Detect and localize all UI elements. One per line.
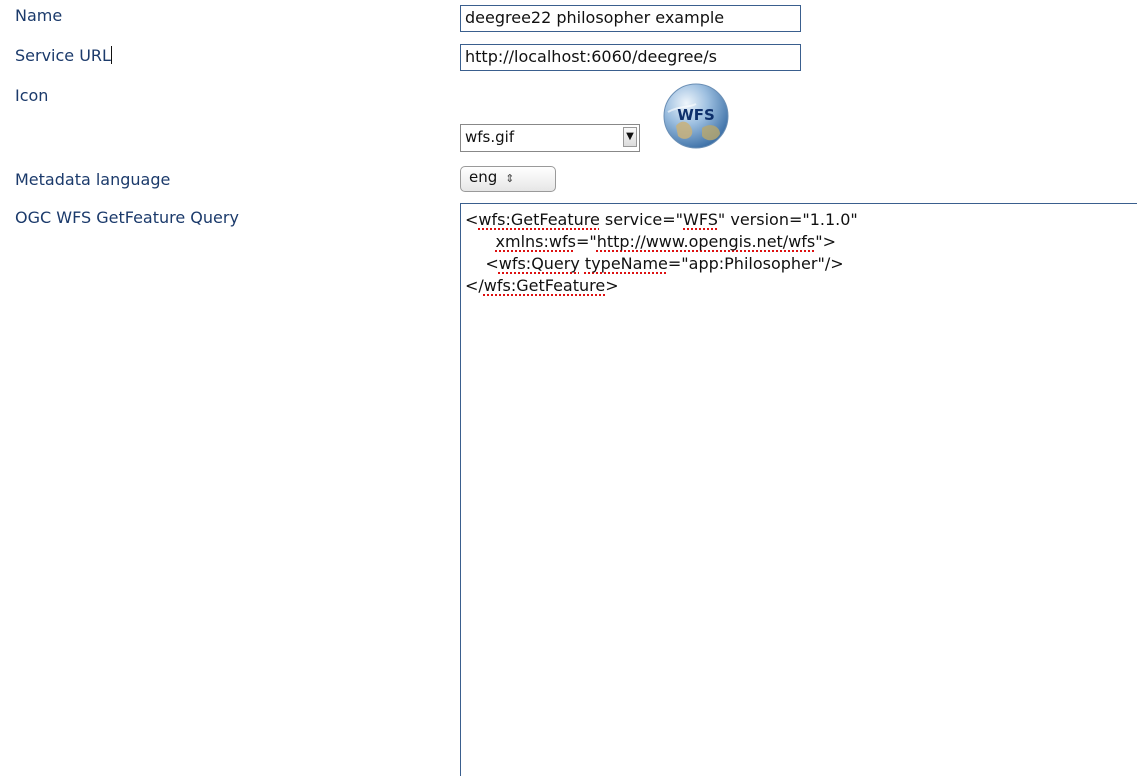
wfs-globe-icon: WFS [663, 83, 729, 149]
query-line-1: <wfs:GetFeature service="WFS" version="1… [465, 210, 858, 229]
icon-select-value: wfs.gif [465, 128, 515, 146]
updown-arrows-icon: ⇕ [505, 172, 515, 185]
metadata-language-label: Metadata language [15, 170, 171, 189]
name-field[interactable]: deegree22 philosopher example [460, 5, 801, 32]
query-textarea[interactable]: <wfs:GetFeature service="WFS" version="1… [460, 203, 1137, 776]
metadata-language-value: eng [469, 168, 498, 186]
service-url-label: Service URL [15, 46, 112, 66]
icon-label: Icon [15, 86, 49, 105]
name-label: Name [15, 6, 63, 25]
metadata-form: Name deegree22 philosopher example Servi… [0, 0, 1137, 776]
query-line-2: xmlns:wfs="http://www.opengis.net/wfs"> [495, 232, 837, 251]
query-label: OGC WFS GetFeature Query [15, 208, 239, 227]
service-url-label-text: Service URL [15, 46, 111, 65]
icon-select[interactable]: wfs.gif ▼ [460, 124, 640, 152]
text-cursor [110, 46, 112, 64]
query-line-4: </wfs:GetFeature> [465, 276, 619, 295]
metadata-language-select[interactable]: eng ⇕ [460, 166, 556, 192]
select-arrow-icon[interactable]: ▼ [623, 127, 637, 147]
query-line-3: <wfs:Query typeName="app:Philosopher"/> [465, 254, 844, 273]
wfs-globe-text: WFS [677, 106, 715, 124]
service-url-field[interactable]: http://localhost:6060/deegree/s [460, 44, 801, 71]
